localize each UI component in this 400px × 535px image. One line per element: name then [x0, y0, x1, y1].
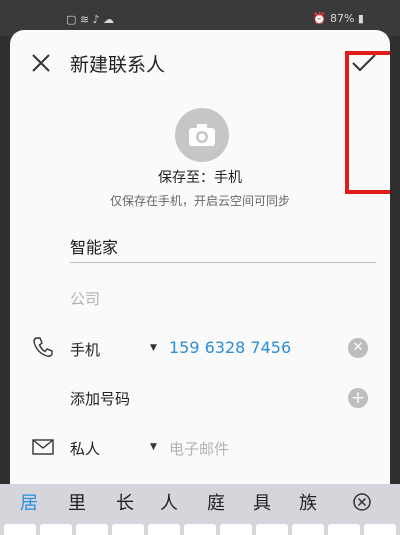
keyboard-key[interactable]	[292, 524, 324, 535]
keyboard-key[interactable]	[4, 524, 36, 535]
keyboard-keys	[0, 524, 400, 535]
phone-type-select[interactable]: 手机	[70, 339, 100, 360]
signal-icons: ▢ ≋ ♪ ☁	[66, 13, 115, 26]
battery-level: 87%	[329, 12, 355, 25]
email-type-label: 私人	[70, 440, 101, 458]
battery-indicator: ⏰ 87% ▮	[312, 12, 364, 25]
close-button[interactable]	[30, 52, 52, 74]
phone-number-input[interactable]: 159 6328 7456	[169, 338, 291, 357]
phone-type-label: 手机	[70, 341, 101, 359]
collapse-candidates-button[interactable]	[352, 492, 372, 512]
name-field[interactable]: 智能家	[70, 234, 376, 263]
email-type-caret-icon[interactable]: ▼	[150, 442, 157, 452]
phone-type-caret-icon[interactable]: ▼	[150, 343, 157, 353]
keyboard-key[interactable]	[76, 524, 108, 535]
candidate-word[interactable]: 庭	[207, 489, 225, 515]
company-field[interactable]: 公司	[70, 288, 376, 310]
mail-icon	[32, 439, 54, 455]
keyboard-key[interactable]	[40, 524, 72, 535]
keyboard-key[interactable]	[184, 524, 216, 535]
keyboard-key[interactable]	[112, 524, 144, 535]
email-type-select[interactable]: 私人	[70, 438, 100, 459]
keyboard: 居 里 长 人 庭 具 族	[0, 484, 400, 535]
keyboard-key[interactable]	[364, 524, 396, 535]
camera-icon	[189, 124, 215, 146]
candidate-word[interactable]: 人	[160, 489, 178, 515]
clear-phone-button[interactable]: ✕	[348, 338, 368, 358]
clear-icon: ✕	[352, 340, 364, 355]
add-number-button[interactable]: +	[348, 388, 368, 408]
candidate-word[interactable]: 居	[20, 489, 38, 515]
candidate-word[interactable]: 里	[68, 489, 86, 515]
keyboard-key[interactable]	[256, 524, 288, 535]
keyboard-key[interactable]	[220, 524, 252, 535]
new-contact-screen: 新建联系人 保存至：手机 仅保存在手机，开启云空间可同步 智能家 公司 手机 ▼…	[10, 30, 390, 535]
page-title: 新建联系人	[70, 54, 166, 76]
candidate-word[interactable]: 族	[299, 489, 317, 515]
candidate-bar: 居 里 长 人 庭 具 族	[0, 484, 400, 520]
company-placeholder: 公司	[70, 290, 101, 308]
add-number-label[interactable]: 添加号码	[70, 388, 130, 409]
keyboard-key[interactable]	[148, 524, 180, 535]
save-location-hint: 仅保存在手机，开启云空间可同步	[109, 194, 290, 208]
phone-icon	[33, 337, 53, 357]
candidate-word[interactable]: 长	[116, 489, 134, 515]
name-value: 智能家	[70, 238, 119, 257]
candidate-word[interactable]: 具	[253, 489, 271, 515]
email-input[interactable]: 电子邮件	[169, 438, 229, 459]
close-circle-icon	[353, 493, 371, 511]
add-photo-button[interactable]	[175, 108, 229, 162]
keyboard-key[interactable]	[328, 524, 360, 535]
close-icon	[32, 54, 50, 72]
save-location-label[interactable]: 保存至：手机	[10, 167, 390, 187]
plus-icon: +	[350, 388, 366, 408]
